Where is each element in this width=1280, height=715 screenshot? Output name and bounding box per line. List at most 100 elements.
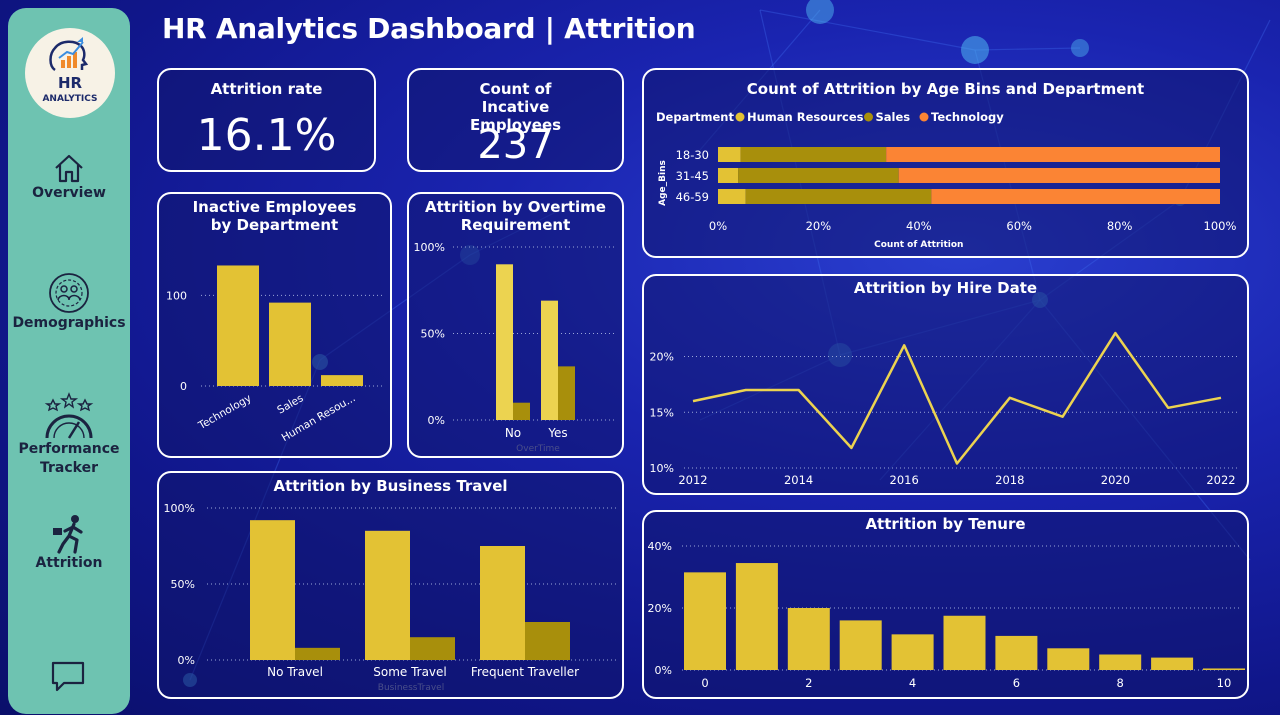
bar: [1047, 648, 1090, 670]
chart-title: Attrition by Overtime Requirement: [425, 198, 606, 234]
y-tick-label: 0%: [178, 654, 195, 667]
chat-icon[interactable]: [50, 660, 86, 692]
nav-overview-label: Overview: [32, 185, 106, 201]
y-tick-label: 100%: [164, 502, 195, 515]
y-tick-label: 40%: [648, 540, 672, 553]
x-tick-label: 10: [1217, 676, 1232, 690]
kpi-attrition-rate-card: Attrition rate 16.1%: [157, 68, 376, 172]
bar-series-1: [480, 546, 525, 660]
legend-title: Department: [656, 110, 734, 124]
attrition-by-tenure-card: Attrition by Tenure 0% 20% 40% 0 2 4 6 8 10: [642, 510, 1249, 699]
y-tick-label: 0%: [655, 664, 672, 677]
y-tick-label: 20%: [650, 351, 674, 364]
attrition-by-hire-date-card: Attrition by Hire Date 10% 15% 20% 2012 2014…: [642, 274, 1249, 495]
x-tick-label: 2012: [678, 473, 707, 487]
bar: [735, 563, 778, 670]
legend-label: Human Resources: [747, 110, 864, 124]
y-tick-label: 50%: [171, 578, 195, 591]
x-tick-label: 8: [1117, 676, 1124, 690]
y-tick-label: 10%: [650, 462, 674, 475]
y-tick-label: 18-30: [676, 148, 709, 162]
nav-performance-tracker-label: Performance Tracker: [18, 441, 120, 476]
y-tick-label: 31-45: [676, 169, 709, 183]
attrition-by-overtime-card: Attrition by Overtime Requirement 0% 50% 1…: [407, 192, 624, 458]
x-tick-label: No: [505, 426, 521, 440]
chart-title: Attrition by Tenure: [865, 515, 1026, 533]
bar-segment: [740, 147, 887, 162]
bar-segment: [898, 168, 1220, 183]
x-tick-label: 2014: [784, 473, 813, 487]
bar: [684, 572, 726, 670]
hr-analytics-logo: HR ANALYTICS: [25, 28, 115, 118]
bar-segment: [738, 168, 899, 183]
bar-series-1: [365, 530, 410, 660]
x-tick-label: 20%: [806, 219, 832, 233]
chart-title: Inactive Employees by Department: [192, 198, 357, 234]
x-tick-label: 6: [1013, 676, 1020, 690]
x-tick-label: 4: [909, 676, 916, 690]
page-title: HR Analytics Dashboard | Attrition: [162, 12, 696, 45]
x-tick-label: Some Travel: [373, 665, 447, 679]
legend-marker: [864, 112, 873, 122]
sidebar: HR ANALYTICS Overview Demographics Perfo…: [8, 8, 130, 714]
bar: [891, 634, 934, 670]
bar-series-2: [513, 402, 530, 420]
attrition-by-age-department-chart: Department Human Resources Sales Technology…: [656, 110, 1237, 250]
nav-demographics[interactable]: Demographics: [8, 272, 130, 333]
inactive-by-department-card: Inactive Employees by Department 0 100 Tec…: [157, 192, 392, 458]
nav-overview[interactable]: Overview: [8, 152, 130, 203]
home-icon: [55, 154, 83, 183]
x-axis-label: OverTime: [516, 444, 560, 454]
person-leaving-icon: [53, 515, 83, 554]
x-tick-label: 2022: [1206, 473, 1235, 487]
bar-series-1: [250, 520, 295, 660]
nav-performance-tracker[interactable]: Performance Tracker: [8, 392, 130, 478]
people-circle-icon: [49, 273, 89, 313]
bar: [1151, 657, 1194, 670]
x-tick-label: 2: [805, 676, 812, 690]
logo-text-analytics: ANALYTICS: [42, 94, 98, 104]
y-tick-label: 100: [166, 289, 187, 302]
y-tick-label: 0: [180, 380, 187, 393]
bar-segment: [745, 189, 932, 204]
attrition-by-business-travel-chart: 0% 50% 100% No Travel Some Travel Frequent Tr…: [164, 502, 617, 693]
y-tick-label: 0%: [428, 414, 445, 427]
kpi-inactive-count-value: 237: [477, 122, 554, 168]
bar: [995, 635, 1038, 670]
bar-series-2: [525, 622, 570, 660]
y-axis-label: Age_Bins: [658, 160, 668, 206]
y-tick-label: 100%: [414, 241, 445, 254]
bar: [1203, 668, 1245, 670]
series-line: [692, 331, 1222, 465]
bar: [269, 302, 311, 386]
nav-attrition[interactable]: Attrition: [8, 514, 130, 573]
legend-marker: [919, 112, 929, 122]
legend-label: Technology: [931, 110, 1004, 124]
bar: [787, 608, 830, 670]
x-tick-label: 2016: [890, 473, 919, 487]
x-tick-label: No Travel: [267, 665, 323, 679]
logo-text-hr: HR: [57, 74, 83, 92]
x-tick-label: 2018: [995, 473, 1024, 487]
bar: [217, 265, 259, 386]
y-tick-label: 46-59: [676, 190, 709, 204]
bar-series-2: [410, 637, 455, 660]
x-axis-label: BusinessTravel: [378, 683, 444, 693]
nav-attrition-label: Attrition: [35, 555, 103, 571]
bar-segment: [931, 189, 1220, 204]
bar-segment: [718, 168, 739, 183]
y-tick-label: 20%: [648, 602, 672, 615]
bar-series-2: [295, 647, 340, 660]
chart-title: Attrition by Business Travel: [273, 477, 508, 495]
bar-segment: [718, 147, 741, 162]
attrition-by-hire-date-chart: 10% 15% 20% 2012 2014 2016 2018 2020 2022: [650, 331, 1240, 487]
x-tick-label: Technology: [196, 392, 254, 432]
legend-label: Sales: [876, 110, 911, 124]
y-tick-label: 15%: [650, 406, 674, 419]
attrition-by-age-department-card: Count of Attrition by Age Bins and Depar…: [642, 68, 1249, 258]
kpi-attrition-rate-label: Attrition rate: [210, 80, 323, 98]
bar-segment: [886, 147, 1220, 162]
gauge-stars-icon: [44, 392, 94, 439]
attrition-by-overtime-chart: 0% 50% 100% No Yes OverTime: [414, 241, 617, 454]
attrition-by-business-travel-card: Attrition by Business Travel 0% 50% 100% No…: [157, 471, 624, 699]
